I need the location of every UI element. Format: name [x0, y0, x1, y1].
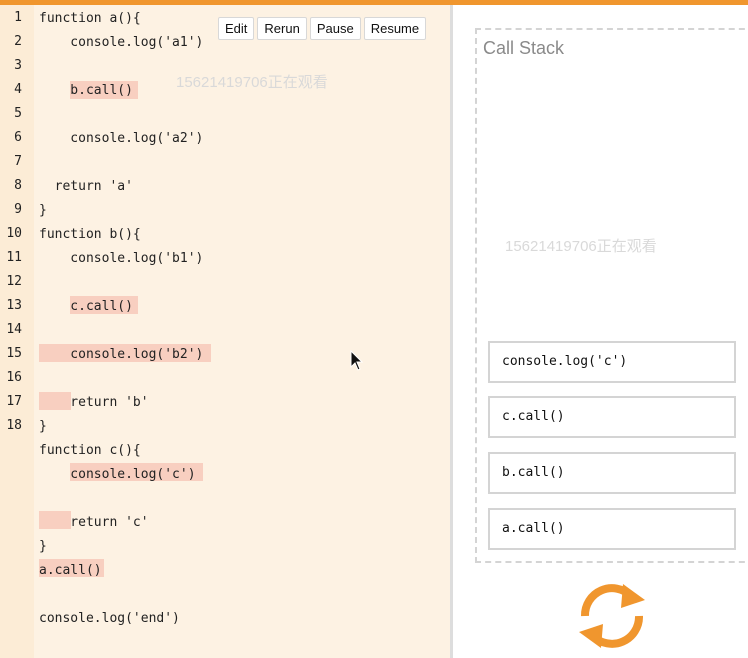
line-number: 7 — [14, 154, 22, 169]
rerun-button[interactable]: Rerun — [257, 17, 307, 40]
line-number: 8 — [14, 178, 22, 193]
line-number: 1 — [14, 10, 22, 25]
code-editor[interactable]: 1 2 3 4 5 6 7 8 9 10 11 12 13 14 15 16 1… — [0, 5, 450, 658]
code-line[interactable]: console.log('c') — [39, 467, 195, 483]
line-number: 12 — [6, 274, 22, 289]
code-line[interactable]: function b(){ — [39, 227, 141, 243]
event-loop-icon — [579, 584, 645, 648]
edit-button[interactable]: Edit — [218, 17, 255, 40]
mouse-pointer-icon — [350, 350, 364, 371]
line-number: 14 — [6, 322, 22, 337]
code-line[interactable]: console.log('b2') — [39, 347, 203, 363]
line-number: 13 — [6, 298, 22, 313]
call-stack-frame: a.call() — [488, 508, 736, 550]
line-number: 4 — [14, 82, 22, 97]
code-line[interactable]: c.call() — [39, 299, 133, 315]
resume-button[interactable]: Resume — [363, 17, 427, 40]
code-line[interactable]: b.call() — [39, 83, 133, 99]
line-number: 17 — [6, 394, 22, 409]
call-stack-panel: Call Stack 15621419706正在观看 console.log('… — [453, 5, 748, 658]
code-line[interactable]: return 'a' — [39, 179, 133, 195]
watermark-text: 15621419706正在观看 — [176, 74, 328, 91]
call-stack-frame: c.call() — [488, 396, 736, 438]
code-line[interactable]: return 'b' — [39, 395, 148, 411]
editor-toolbar: Edit Rerun Pause Resume — [218, 17, 427, 40]
code-line[interactable]: } — [39, 203, 47, 219]
code-line[interactable]: return 'c' — [39, 515, 148, 531]
line-number: 3 — [14, 58, 22, 73]
code-line[interactable]: console.log('a1') — [39, 35, 203, 51]
call-stack-frame: console.log('c') — [488, 341, 736, 383]
code-line[interactable]: console.log('b1') — [39, 251, 203, 267]
line-number: 11 — [6, 250, 22, 265]
call-stack-title: Call Stack — [483, 38, 565, 58]
code-line[interactable]: function a(){ — [39, 11, 141, 27]
line-number: 9 — [14, 202, 22, 217]
line-number: 2 — [14, 34, 22, 49]
code-line[interactable]: } — [39, 419, 47, 435]
code-line[interactable]: a.call() — [39, 563, 102, 579]
pause-button[interactable]: Pause — [309, 17, 361, 40]
line-number: 6 — [14, 130, 22, 145]
line-number: 5 — [14, 106, 22, 121]
code-line[interactable]: console.log('a2') — [39, 131, 203, 147]
call-stack-frame: b.call() — [488, 452, 736, 494]
code-line[interactable]: function c(){ — [39, 443, 141, 459]
line-number: 10 — [6, 226, 22, 241]
code-line[interactable]: } — [39, 539, 47, 555]
line-number: 18 — [6, 418, 22, 433]
line-number: 16 — [6, 370, 22, 385]
code-line[interactable]: console.log('end') — [39, 611, 180, 627]
line-number: 15 — [6, 346, 22, 361]
